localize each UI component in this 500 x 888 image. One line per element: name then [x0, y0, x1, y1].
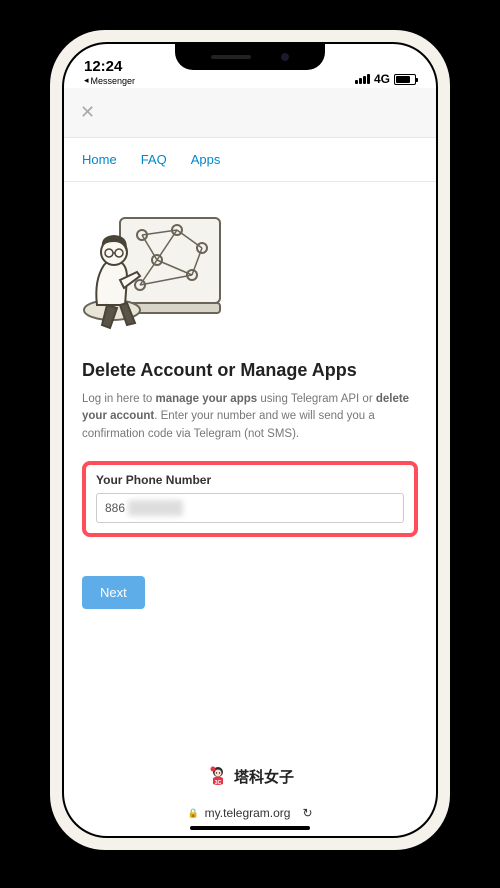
page-description: Log in here to manage your apps using Te…	[82, 391, 418, 443]
main-content: Delete Account or Manage Apps Log in her…	[64, 182, 436, 629]
svg-text:3C: 3C	[215, 780, 222, 786]
battery-icon	[394, 74, 416, 85]
watermark-text: 塔科女子	[234, 766, 294, 787]
signal-icon	[355, 74, 370, 84]
watermark-icon: 3C	[206, 764, 230, 788]
nav-tabs: Home FAQ Apps	[64, 138, 436, 182]
close-icon[interactable]: ✕	[80, 102, 95, 123]
nav-home[interactable]: Home	[82, 152, 117, 167]
nav-apps[interactable]: Apps	[191, 152, 221, 167]
browser-url-bar[interactable]: 🔒 my.telegram.org ↻	[187, 806, 312, 820]
phone-screen: 12:24 ◂ Messenger 4G ✕ Home FAQ	[62, 42, 438, 838]
phone-field-highlight: Your Phone Number	[82, 461, 418, 537]
phone-label: Your Phone Number	[96, 473, 404, 487]
network-label: 4G	[374, 72, 390, 86]
page-title: Delete Account or Manage Apps	[82, 360, 418, 381]
redaction-mask	[128, 500, 183, 516]
nav-faq[interactable]: FAQ	[141, 152, 167, 167]
illustration	[82, 210, 232, 340]
watermark: 3C 塔科女子	[206, 764, 294, 788]
url-text: my.telegram.org	[205, 806, 291, 820]
notch	[175, 44, 325, 70]
smart-banner: ✕	[64, 88, 436, 138]
status-time: 12:24	[84, 58, 135, 75]
refresh-icon[interactable]: ↻	[302, 806, 312, 820]
return-to-app[interactable]: ◂ Messenger	[84, 75, 135, 86]
next-button[interactable]: Next	[82, 576, 145, 609]
home-indicator[interactable]	[190, 826, 310, 830]
lock-icon: 🔒	[187, 808, 198, 819]
chevron-left-icon: ◂	[84, 75, 89, 86]
phone-frame: 12:24 ◂ Messenger 4G ✕ Home FAQ	[50, 30, 450, 850]
